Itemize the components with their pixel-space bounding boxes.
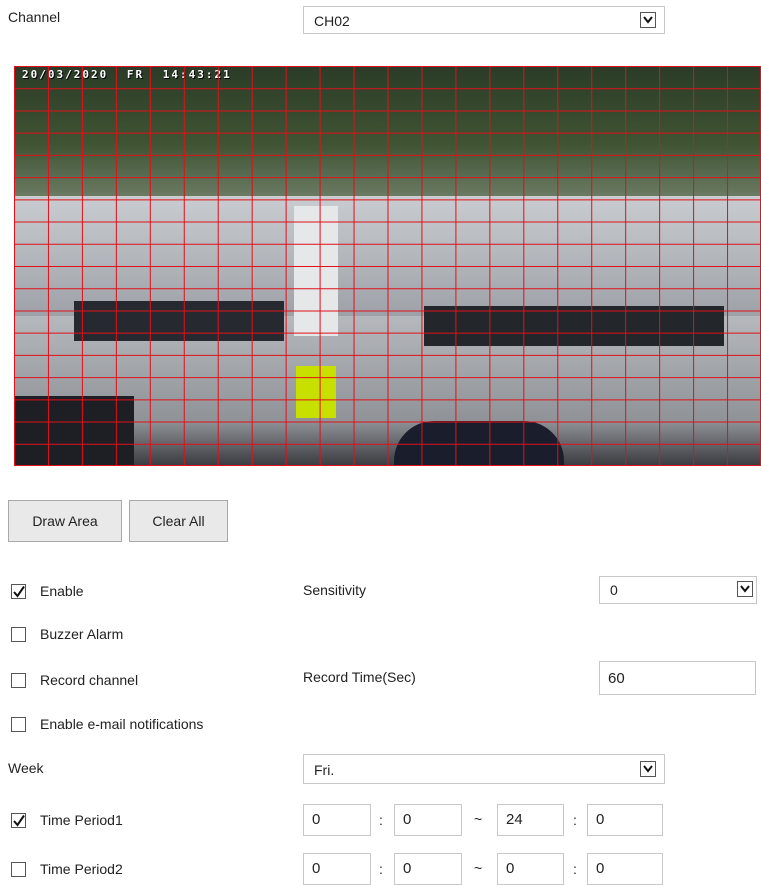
sensitivity-label: Sensitivity <box>303 582 367 598</box>
clear-all-button[interactable]: Clear All <box>129 500 228 542</box>
time-period2-end-hour[interactable]: 0 <box>497 853 564 885</box>
time-period2-start-hour[interactable]: 0 <box>303 853 371 885</box>
time-separator: : <box>573 861 577 877</box>
enable-checkbox[interactable] <box>11 584 26 599</box>
time-period1-checkbox[interactable] <box>11 813 26 828</box>
draw-area-button[interactable]: Draw Area <box>8 500 122 542</box>
chevron-down-icon[interactable] <box>640 761 656 777</box>
email-notifications-label: Enable e-mail notifications <box>40 716 204 732</box>
time-period2-end-min[interactable]: 0 <box>587 853 663 885</box>
range-separator: ~ <box>474 811 483 827</box>
sensitivity-value: 0 <box>610 582 618 598</box>
motion-detection-video[interactable]: 20/03/2020 FR 14:43:21 <box>14 66 761 466</box>
enable-label: Enable <box>40 583 84 599</box>
record-time-label: Record Time(Sec) <box>303 669 416 685</box>
chevron-down-icon[interactable] <box>640 12 656 28</box>
checkmark-icon <box>13 585 25 598</box>
email-notifications-checkbox[interactable] <box>11 717 26 732</box>
channel-label: Channel <box>8 9 61 25</box>
time-period2-start-min[interactable]: 0 <box>394 853 462 885</box>
checkmark-icon <box>13 814 25 827</box>
time-period1-end-hour[interactable]: 24 <box>497 804 564 836</box>
time-period1-start-hour[interactable]: 0 <box>303 804 371 836</box>
time-period1-end-min[interactable]: 0 <box>587 804 663 836</box>
week-select-value: Fri. <box>314 762 335 778</box>
motion-grid[interactable] <box>14 66 761 466</box>
record-channel-checkbox[interactable] <box>11 673 26 688</box>
range-separator: ~ <box>474 860 483 876</box>
time-period2-label: Time Period2 <box>40 861 123 877</box>
record-channel-label: Record channel <box>40 672 139 688</box>
channel-select-value: CH02 <box>314 13 350 29</box>
buzzer-alarm-checkbox[interactable] <box>11 627 26 642</box>
time-separator: : <box>379 812 383 828</box>
record-time-input[interactable]: 60 <box>599 661 756 695</box>
time-separator: : <box>573 812 577 828</box>
week-label: Week <box>8 760 44 776</box>
time-period1-start-min[interactable]: 0 <box>394 804 462 836</box>
week-select[interactable]: Fri. <box>303 754 665 784</box>
channel-select[interactable]: CH02 <box>303 6 665 34</box>
time-separator: : <box>379 861 383 877</box>
chevron-down-icon[interactable] <box>737 581 753 597</box>
sensitivity-select[interactable]: 0 <box>599 576 757 604</box>
time-period1-label: Time Period1 <box>40 812 123 828</box>
buzzer-alarm-label: Buzzer Alarm <box>40 626 124 642</box>
time-period2-checkbox[interactable] <box>11 862 26 877</box>
